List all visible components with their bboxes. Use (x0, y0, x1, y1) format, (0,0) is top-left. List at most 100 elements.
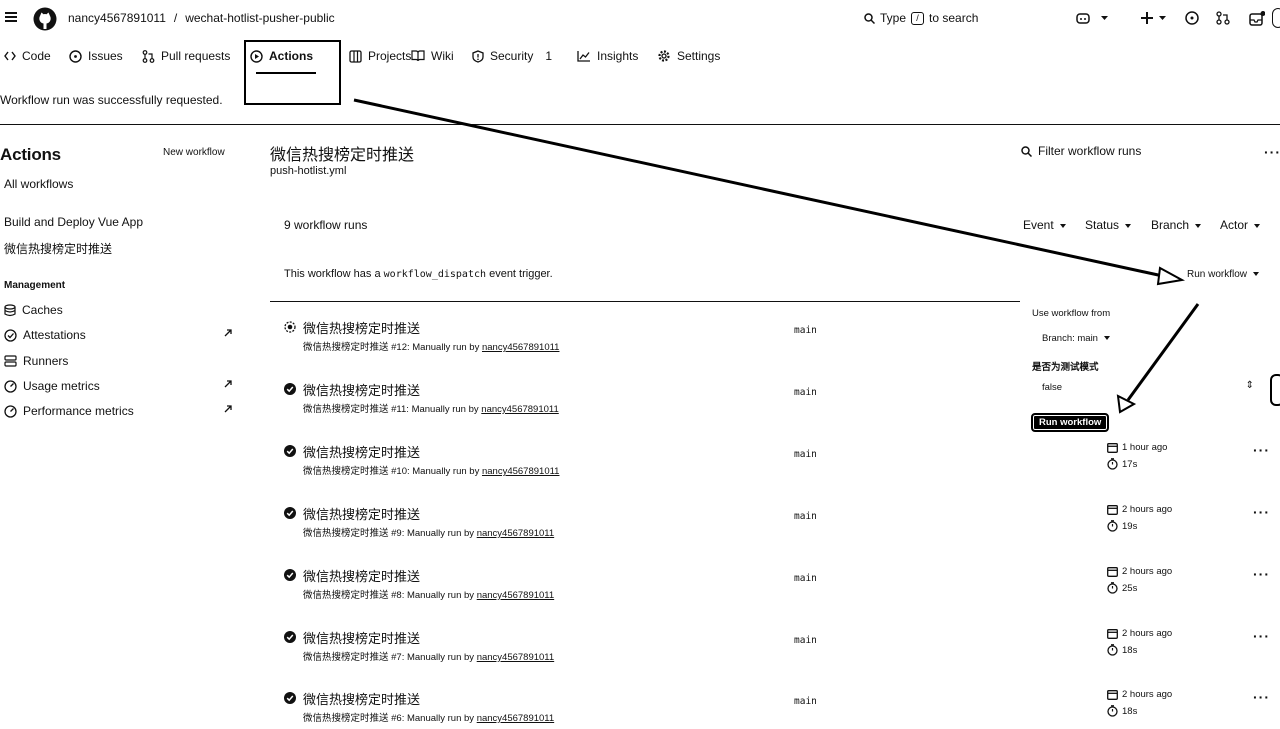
tab-code[interactable]: Code (4, 49, 51, 63)
actor-link[interactable]: nancy4567891011 (477, 713, 554, 724)
global-header: nancy4567891011 / wechat-hotlist-pusher-pu… (0, 0, 1280, 38)
metrics-icon (4, 379, 17, 393)
table-row[interactable]: 微信热搜榜定时推送 微信热搜榜定时推送 #6: Manually run by … (270, 689, 1280, 729)
branch-filter[interactable]: Branch (1151, 218, 1202, 232)
sidebar-item-runners[interactable]: Runners (4, 354, 232, 368)
inbox-icon[interactable] (1249, 11, 1265, 27)
run-title[interactable]: 微信热搜榜定时推送 (303, 566, 420, 585)
table-row[interactable]: 微信热搜榜定时推送 微信热搜榜定时推送 #8: Manually run by … (270, 566, 1280, 628)
actor-link[interactable]: nancy4567891011 (482, 466, 559, 477)
tab-issues[interactable]: Issues (69, 49, 123, 63)
run-duration: 19s (1107, 520, 1137, 532)
sidebar-item-caches[interactable]: Caches (4, 303, 232, 317)
branch-label[interactable]: main (794, 449, 817, 460)
actor-link[interactable]: nancy4567891011 (482, 342, 559, 353)
run-more-icon[interactable]: ··· (1253, 504, 1270, 520)
branch-label[interactable]: main (794, 511, 817, 522)
run-title[interactable]: 微信热搜榜定时推送 (303, 689, 420, 708)
issues-icon[interactable] (1185, 11, 1199, 25)
filter-runs-input[interactable]: Filter workflow runs (1021, 144, 1141, 158)
repo-link[interactable]: wechat-hotlist-pusher-public (185, 11, 334, 25)
pull-requests-icon (142, 49, 155, 63)
gear-icon (657, 49, 671, 63)
actor-link[interactable]: nancy4567891011 (477, 528, 554, 539)
filter-label: Actor (1220, 218, 1249, 232)
actor-link[interactable]: nancy4567891011 (481, 404, 558, 415)
tab-security[interactable]: Security 1 (472, 49, 552, 63)
run-more-icon[interactable]: ··· (1253, 689, 1270, 705)
actor-link[interactable]: nancy4567891011 (477, 652, 554, 663)
search-icon (864, 12, 875, 24)
sidebar-item-attestations[interactable]: Attestations (4, 328, 232, 342)
run-title[interactable]: 微信热搜榜定时推送 (303, 380, 420, 399)
run-title[interactable]: 微信热搜榜定时推送 (303, 504, 420, 523)
run-time-text: 2 hours ago (1122, 566, 1173, 577)
branch-label[interactable]: main (794, 573, 817, 584)
run-workflow-button[interactable]: Run workflow (1031, 413, 1110, 432)
branch-label[interactable]: main (794, 635, 817, 646)
verified-icon (4, 328, 17, 342)
hamburger-menu-icon[interactable] (5, 12, 17, 22)
workflow-file-link[interactable]: push-hotlist.yml (270, 165, 346, 177)
sidebar-item-label: Attestations (23, 328, 86, 342)
actor-filter[interactable]: Actor (1220, 218, 1261, 232)
tab-insights[interactable]: Insights (577, 49, 638, 63)
shield-icon (472, 49, 484, 63)
table-row[interactable]: 微信热搜榜定时推送 微信热搜榜定时推送 #10: Manually run by… (270, 442, 1280, 504)
calendar-icon (1107, 504, 1118, 515)
tab-label: Projects (368, 49, 412, 63)
run-title[interactable]: 微信热搜榜定时推送 (303, 318, 420, 337)
run-meta-text: 微信热搜榜定时推送 #11: Manually run by (303, 404, 479, 415)
tab-projects[interactable]: Projects (349, 49, 411, 63)
pull-requests-icon[interactable] (1216, 11, 1230, 25)
popover-heading: Use workflow from (1032, 308, 1111, 319)
branch-label[interactable]: main (794, 387, 817, 398)
more-options-icon[interactable]: ··· (1264, 144, 1280, 160)
sidebar-item-workflow-selected[interactable]: 微信热搜榜定时推送 (4, 240, 112, 257)
run-workflow-popover: Use workflow from Branch: main 是否为测试模式 f… (1020, 296, 1280, 436)
metrics-icon (4, 404, 17, 418)
tab-label: Insights (597, 49, 639, 63)
sidebar-item-label: Performance metrics (23, 404, 134, 418)
actor-link[interactable]: nancy4567891011 (477, 590, 554, 601)
management-heading: Management (4, 280, 66, 291)
chevron-down-icon (1254, 223, 1261, 228)
sidebar-item-workflow[interactable]: Build and Deploy Vue App (4, 215, 143, 229)
tab-wiki[interactable]: Wiki (411, 49, 454, 63)
dispatch-suffix: event trigger. (489, 268, 553, 280)
chevron-down-icon[interactable] (1101, 16, 1108, 21)
run-more-icon[interactable]: ··· (1253, 566, 1270, 582)
tab-label: Settings (677, 49, 721, 63)
sidebar-item-all-workflows[interactable]: All workflows (4, 177, 73, 191)
branch-select-label: Branch: main (1042, 333, 1098, 344)
run-more-icon[interactable]: ··· (1253, 628, 1270, 644)
run-meta: 微信热搜榜定时推送 #10: Manually run by nancy4567… (303, 463, 559, 477)
tab-pull-requests[interactable]: Pull requests (142, 49, 230, 63)
sidebar-item-usage-metrics[interactable]: Usage metrics (4, 379, 232, 393)
avatar[interactable] (1272, 8, 1280, 28)
github-logo-icon[interactable] (33, 7, 57, 31)
branch-label[interactable]: main (794, 696, 817, 707)
sidebar-item-performance-metrics[interactable]: Performance metrics (4, 404, 232, 418)
run-more-icon[interactable]: ··· (1253, 442, 1270, 458)
owner-link[interactable]: nancy4567891011 (68, 11, 166, 25)
tab-label: Wiki (431, 49, 454, 63)
test-mode-select[interactable]: false ⇕ (1032, 378, 1254, 398)
tab-settings[interactable]: Settings (657, 49, 720, 63)
plus-icon[interactable] (1141, 12, 1153, 24)
branch-label[interactable]: main (794, 325, 817, 336)
run-title[interactable]: 微信热搜榜定时推送 (303, 628, 420, 647)
copilot-icon[interactable] (1076, 12, 1090, 25)
status-filter[interactable]: Status (1085, 218, 1132, 232)
table-row[interactable]: 微信热搜榜定时推送 微信热搜榜定时推送 #7: Manually run by … (270, 628, 1280, 690)
global-search[interactable]: Type / to search (864, 11, 978, 25)
side-panel-handle[interactable] (1270, 374, 1280, 406)
run-meta: 微信热搜榜定时推送 #12: Manually run by nancy4567… (303, 339, 559, 353)
run-workflow-dropdown[interactable]: Run workflow (1187, 269, 1260, 280)
event-filter[interactable]: Event (1023, 218, 1066, 232)
new-workflow-button[interactable]: New workflow (163, 147, 225, 158)
chevron-down-icon[interactable] (1159, 16, 1166, 21)
branch-select[interactable]: Branch: main (1042, 333, 1110, 344)
run-title[interactable]: 微信热搜榜定时推送 (303, 442, 420, 461)
table-row[interactable]: 微信热搜榜定时推送 微信热搜榜定时推送 #9: Manually run by … (270, 504, 1280, 566)
